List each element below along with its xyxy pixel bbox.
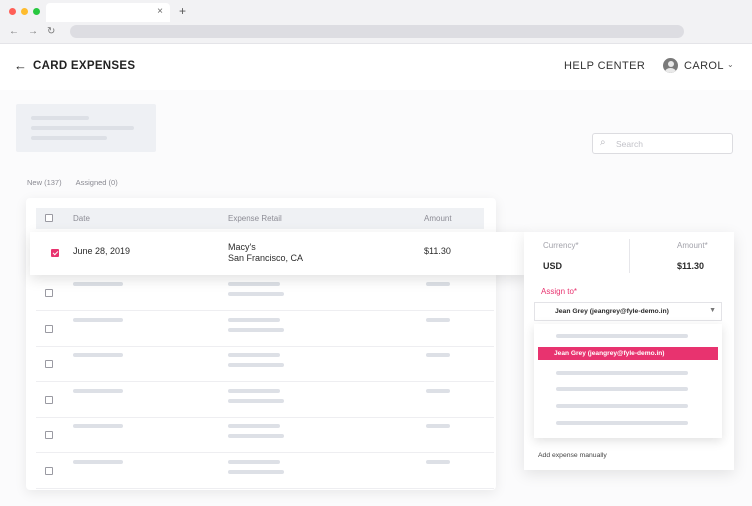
search-placeholder: Search bbox=[616, 139, 643, 149]
page-body: ⌕ Search New (137) Assigned (0) Date Exp… bbox=[0, 90, 752, 506]
chevron-down-icon[interactable]: ⌄ bbox=[727, 60, 734, 69]
browser-nav: ← → ↻ bbox=[9, 26, 55, 37]
back-nav-icon[interactable]: ← bbox=[9, 26, 19, 37]
forward-nav-icon[interactable]: → bbox=[28, 26, 38, 37]
column-amount[interactable]: Amount bbox=[424, 214, 452, 223]
cell-skeleton bbox=[426, 459, 450, 464]
minimize-window-dot[interactable] bbox=[21, 8, 28, 15]
expense-tabs: New (137) Assigned (0) bbox=[27, 178, 118, 187]
row-checkbox[interactable] bbox=[45, 431, 53, 439]
assign-to-label: Assign to* bbox=[541, 287, 578, 296]
assign-dropdown-list: Jean Grey (jeangrey@fyle-demo.in) bbox=[534, 324, 722, 438]
close-window-dot[interactable] bbox=[9, 8, 16, 15]
close-tab-icon[interactable]: × bbox=[157, 6, 163, 17]
help-center-link[interactable]: HELP CENTER bbox=[564, 60, 645, 72]
browser-tab[interactable]: × bbox=[46, 3, 170, 22]
row-checkbox[interactable] bbox=[45, 395, 53, 404]
search-icon: ⌕ bbox=[600, 137, 606, 148]
dropdown-option-highlighted[interactable]: Jean Grey (jeangrey@fyle-demo.in) bbox=[538, 347, 718, 360]
assign-to-select[interactable]: Jean Grey (jeangrey@fyle-demo.in) ▼ bbox=[534, 302, 722, 321]
search-input[interactable]: ⌕ Search bbox=[592, 133, 733, 154]
row-location: San Francisco, CA bbox=[228, 253, 304, 263]
cell-skeleton bbox=[228, 388, 280, 393]
amount-value[interactable]: $11.30 bbox=[677, 261, 704, 271]
cell-skeleton bbox=[228, 434, 284, 438]
table-row-selected[interactable]: June 28, 2019 Macy's San Francisco, CA $… bbox=[30, 232, 526, 275]
table-row[interactable] bbox=[36, 275, 494, 311]
cell-skeleton bbox=[228, 459, 280, 464]
cell-skeleton bbox=[73, 459, 123, 464]
tab-assigned[interactable]: Assigned (0) bbox=[76, 178, 118, 187]
table-header: Date Expense Retail Amount bbox=[36, 208, 484, 229]
table-row[interactable] bbox=[36, 417, 494, 453]
row-checkbox[interactable] bbox=[45, 324, 53, 333]
maximize-window-dot[interactable] bbox=[33, 8, 40, 15]
select-all-checkbox[interactable] bbox=[45, 214, 53, 222]
table-row[interactable] bbox=[36, 311, 494, 347]
table-row[interactable] bbox=[36, 453, 494, 489]
cell-skeleton bbox=[228, 469, 284, 474]
row-date: June 28, 2019 bbox=[73, 246, 131, 256]
cell-skeleton bbox=[228, 353, 280, 357]
dropdown-option[interactable] bbox=[556, 421, 688, 425]
column-date[interactable]: Date bbox=[73, 214, 90, 223]
summary-card-skeleton bbox=[16, 104, 156, 152]
currency-label: Currency* bbox=[543, 241, 579, 250]
cell-skeleton bbox=[426, 388, 450, 393]
cell-skeleton bbox=[228, 363, 284, 367]
row-checkbox[interactable] bbox=[45, 360, 53, 368]
cell-skeleton bbox=[228, 292, 284, 296]
cell-skeleton bbox=[73, 282, 123, 286]
row-merchant: Macy's bbox=[228, 242, 256, 252]
cell-skeleton bbox=[426, 317, 450, 322]
cell-skeleton bbox=[73, 388, 123, 393]
add-expense-manually-link[interactable]: Add expense manually bbox=[538, 452, 607, 459]
cell-skeleton bbox=[228, 398, 284, 403]
address-bar[interactable] bbox=[70, 25, 684, 38]
table-row[interactable] bbox=[36, 346, 494, 382]
currency-value[interactable]: USD bbox=[543, 261, 562, 271]
row-checkbox[interactable] bbox=[45, 466, 53, 475]
column-expense-retail[interactable]: Expense Retail bbox=[228, 214, 282, 223]
row-amount: $11.30 bbox=[424, 246, 451, 256]
browser-chrome: × + ← → ↻ bbox=[0, 0, 752, 44]
dropdown-option[interactable] bbox=[556, 387, 688, 391]
back-arrow-icon[interactable]: ← bbox=[14, 58, 27, 73]
window-controls bbox=[9, 8, 40, 15]
cell-skeleton bbox=[73, 353, 123, 357]
user-menu-name[interactable]: CAROL bbox=[684, 60, 724, 72]
dropdown-arrow-icon[interactable]: ▼ bbox=[709, 307, 716, 314]
row-checkbox[interactable] bbox=[45, 289, 53, 297]
expense-detail-panel: Currency* USD Amount* $11.30 Assign to* … bbox=[524, 232, 734, 470]
panel-divider bbox=[629, 239, 630, 273]
new-tab-icon[interactable]: + bbox=[179, 4, 186, 18]
cell-skeleton bbox=[73, 317, 123, 322]
user-avatar-icon[interactable] bbox=[663, 58, 678, 73]
cell-skeleton bbox=[426, 424, 450, 428]
page-title: CARD EXPENSES bbox=[33, 60, 136, 72]
cell-skeleton bbox=[228, 317, 280, 322]
cell-skeleton bbox=[228, 282, 280, 286]
cell-skeleton bbox=[426, 282, 450, 286]
app-header: ← CARD EXPENSES HELP CENTER CAROL ⌄ bbox=[0, 44, 752, 90]
cell-skeleton bbox=[228, 327, 284, 332]
tab-new[interactable]: New (137) bbox=[27, 178, 62, 187]
cell-skeleton bbox=[73, 424, 123, 428]
dropdown-option[interactable] bbox=[556, 371, 688, 375]
table-row[interactable] bbox=[36, 382, 494, 418]
assign-to-value: Jean Grey (jeangrey@fyle-demo.in) bbox=[555, 308, 669, 315]
dropdown-option[interactable] bbox=[556, 404, 688, 408]
row-checkbox[interactable] bbox=[51, 249, 59, 257]
cell-skeleton bbox=[228, 424, 280, 428]
reload-icon[interactable]: ↻ bbox=[47, 26, 55, 37]
cell-skeleton bbox=[426, 353, 450, 357]
amount-label: Amount* bbox=[677, 241, 708, 250]
